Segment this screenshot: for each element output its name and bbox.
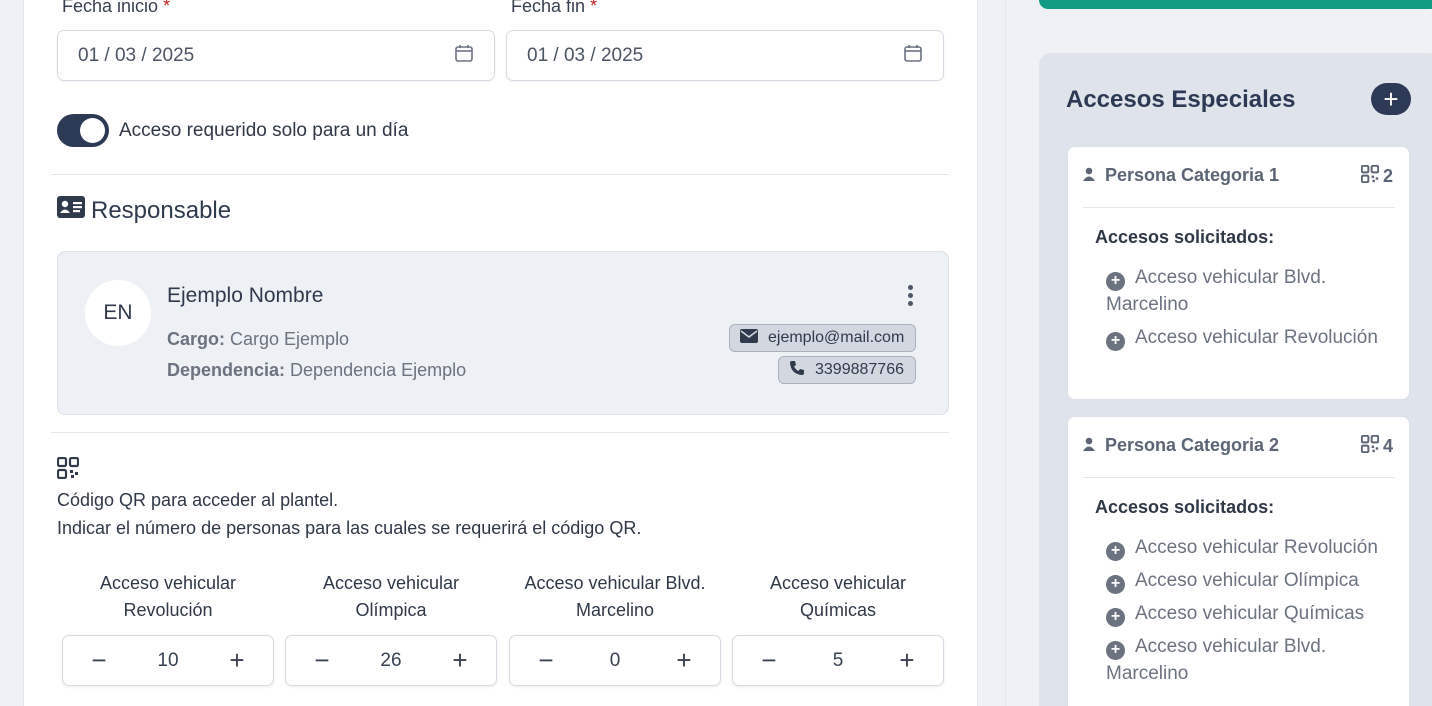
- requested-accesses-label: Accesos solicitados:: [1095, 227, 1275, 247]
- increment-button[interactable]: +: [448, 645, 472, 675]
- plus-circle-icon: +: [1106, 331, 1125, 351]
- increment-button[interactable]: +: [225, 645, 249, 675]
- qr-code-icon: [56, 456, 80, 484]
- qr-count: 2: [1360, 164, 1393, 188]
- dependencia-line: Dependencia: Dependencia Ejemplo: [167, 360, 467, 380]
- counter-label: Acceso vehicular Revolución: [99, 573, 237, 620]
- phone-badge[interactable]: 3399887766: [778, 356, 916, 384]
- plus-circle-icon: +: [1106, 607, 1125, 627]
- quantity-value[interactable]: 26: [380, 650, 401, 672]
- toggle-knob: [80, 118, 105, 143]
- category-card: Persona Categoria 1 2 Accesos solicitado…: [1067, 146, 1410, 400]
- responsable-card: EN Ejemplo Nombre Cargo: Cargo Ejemplo D…: [57, 251, 949, 415]
- decrement-button[interactable]: −: [87, 645, 111, 675]
- plus-circle-icon: +: [1106, 271, 1125, 291]
- avatar: EN: [85, 280, 151, 346]
- increment-button[interactable]: +: [672, 645, 696, 675]
- list-item: + Acceso vehicular Revolución: [1106, 534, 1396, 561]
- calendar-icon[interactable]: [454, 43, 474, 69]
- list-item: + Acceso vehicular Químicas: [1106, 600, 1396, 627]
- decrement-button[interactable]: −: [757, 645, 781, 675]
- quantity-stepper: − 26 +: [285, 635, 497, 686]
- divider: [1083, 207, 1395, 208]
- quantity-stepper: − 10 +: [62, 635, 274, 686]
- divider: [51, 432, 949, 433]
- divider: [51, 174, 949, 175]
- quantity-stepper: − 5 +: [732, 635, 944, 686]
- person-icon: [1083, 165, 1095, 186]
- responsable-name: Ejemplo Nombre: [167, 284, 324, 307]
- access-list: + Acceso vehicular Blvd. Marcelino + Acces…: [1106, 264, 1396, 357]
- category-header: Persona Categoria 1: [1083, 165, 1279, 186]
- quantity-value[interactable]: 0: [610, 650, 621, 672]
- start-date-input[interactable]: 01 / 03 / 2025: [57, 30, 495, 81]
- phone-icon: [789, 360, 805, 381]
- list-item: + Acceso vehicular Revolución: [1106, 324, 1396, 351]
- qr-code-icon: [1360, 434, 1380, 458]
- submit-button[interactable]: [1039, 0, 1432, 9]
- list-item: + Acceso vehicular Blvd. Marcelino: [1106, 267, 1327, 315]
- category-header: Persona Categoria 2: [1083, 435, 1279, 456]
- end-date-label: Fecha fin *: [511, 0, 598, 16]
- category-card: Persona Categoria 2 4 Accesos solicitado…: [1067, 416, 1410, 706]
- qr-description-line2: Indicar el número de personas para las c…: [57, 518, 642, 538]
- qr-count: 4: [1360, 434, 1393, 458]
- add-special-access-button[interactable]: +: [1371, 83, 1411, 115]
- cargo-line: Cargo: Cargo Ejemplo: [167, 329, 350, 349]
- end-date-input[interactable]: 01 / 03 / 2025: [506, 30, 944, 81]
- quantity-value[interactable]: 10: [157, 650, 178, 672]
- email-badge[interactable]: ejemplo@mail.com: [729, 324, 917, 352]
- list-item: + Acceso vehicular Blvd. Marcelino: [1106, 636, 1327, 684]
- counter-label: Acceso vehicular Químicas: [769, 573, 907, 620]
- single-day-toggle-label: Acceso requerido solo para un día: [119, 120, 409, 141]
- plus-circle-icon: +: [1106, 574, 1125, 594]
- counter-label: Acceso vehicular Blvd. Marcelino: [524, 573, 706, 620]
- counter-label: Acceso vehicular Olímpica: [322, 573, 460, 620]
- more-options-icon[interactable]: [900, 282, 920, 308]
- responsable-section-title: Responsable: [57, 196, 231, 225]
- quantity-stepper: − 0 +: [509, 635, 721, 686]
- envelope-icon: [740, 328, 758, 348]
- id-card-icon: [57, 196, 85, 225]
- special-access-title: Accesos Especiales: [1066, 86, 1296, 113]
- plus-circle-icon: +: [1106, 640, 1125, 660]
- list-item: + Acceso vehicular Olímpica: [1106, 567, 1396, 594]
- increment-button[interactable]: +: [895, 645, 919, 675]
- qr-code-icon: [1360, 164, 1380, 188]
- access-list: + Acceso vehicular Revolución + Acceso veh…: [1106, 534, 1396, 693]
- quantity-value[interactable]: 5: [833, 650, 844, 672]
- qr-description-line1: Código QR para acceder al plantel.: [57, 490, 339, 510]
- single-day-toggle[interactable]: [57, 114, 109, 147]
- start-date-label: Fecha inicio *: [62, 0, 171, 16]
- decrement-button[interactable]: −: [534, 645, 558, 675]
- decrement-button[interactable]: −: [310, 645, 334, 675]
- divider: [1083, 477, 1395, 478]
- person-icon: [1083, 435, 1095, 456]
- plus-circle-icon: +: [1106, 541, 1125, 561]
- requested-accesses-label: Accesos solicitados:: [1095, 497, 1275, 517]
- calendar-icon[interactable]: [903, 43, 923, 69]
